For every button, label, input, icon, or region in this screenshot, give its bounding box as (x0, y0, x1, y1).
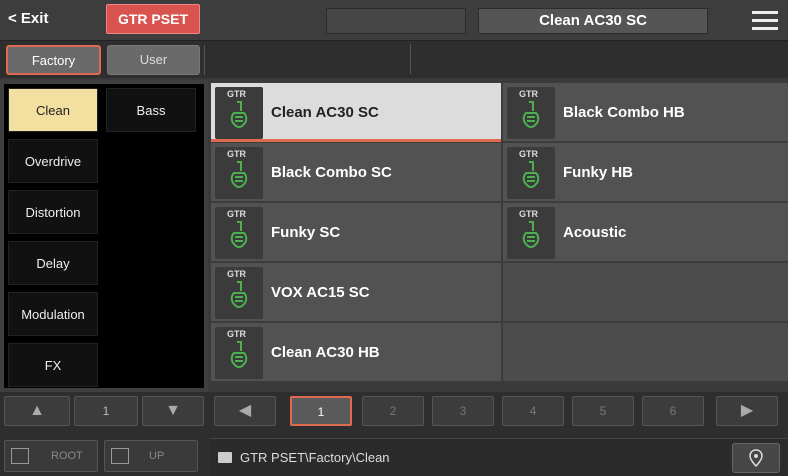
category-page-number: 1 (74, 396, 138, 426)
guitar-icon: GTR (507, 207, 555, 259)
category-delay[interactable]: Delay (8, 241, 98, 285)
category-bass[interactable]: Bass (106, 88, 196, 132)
triangle-down-icon[interactable]: ▼ (142, 396, 204, 426)
guitar-icon: GTR (215, 327, 263, 379)
current-path: GTR PSET\Factory\Clean (240, 450, 390, 465)
category-modulation[interactable]: Modulation (8, 292, 98, 336)
page-button-1[interactable]: 1 (290, 396, 352, 426)
triangle-up-icon[interactable]: ▲ (4, 396, 70, 426)
up-button[interactable]: UP (104, 440, 198, 472)
page-button-2[interactable]: 2 (362, 396, 424, 426)
tab-row-divider (204, 45, 410, 75)
guitar-icon: GTR (215, 147, 263, 199)
path-bar: GTR PSET\Factory\Clean (210, 438, 788, 476)
tab-user[interactable]: User (107, 45, 200, 75)
folder-icon (218, 452, 232, 463)
guitar-icon: GTR (215, 207, 263, 259)
category-panel: Clean Bass Overdrive Distortion Delay Mo… (0, 80, 208, 392)
page-button-6[interactable]: 6 (642, 396, 704, 426)
guitar-icon: GTR (215, 267, 263, 319)
preset-cell[interactable]: GTR Clean AC30 SC (210, 82, 502, 142)
preset-name: Black Combo HB (563, 104, 685, 121)
page-button-4[interactable]: 4 (502, 396, 564, 426)
preset-name: Black Combo SC (271, 164, 392, 181)
guitar-icon: GTR (507, 87, 555, 139)
preset-name: VOX AC15 SC (271, 284, 370, 301)
empty-preset-cell (502, 262, 788, 322)
preset-name: Funky SC (271, 224, 341, 241)
category-clean[interactable]: Clean (8, 88, 98, 132)
preset-cell[interactable]: GTR Black Combo SC (210, 142, 502, 202)
preset-name: Clean AC30 SC (271, 104, 379, 121)
preset-name: Funky HB (563, 164, 634, 181)
tab-factory[interactable]: Factory (6, 45, 101, 75)
preset-cell[interactable]: GTR Acoustic (502, 202, 788, 262)
location-pin-icon[interactable] (732, 443, 780, 473)
preset-grid: GTR Clean AC30 SC GTR Black Combo HB GTR… (208, 80, 788, 392)
preset-cell[interactable]: GTR VOX AC15 SC (210, 262, 502, 322)
preset-cell[interactable]: GTR Funky SC (210, 202, 502, 262)
selected-preset-title: Clean AC30 SC (478, 8, 708, 34)
category-fx[interactable]: FX (8, 343, 98, 387)
triangle-left-icon[interactable]: ◀ (214, 396, 276, 426)
mode-badge: GTR PSET (106, 4, 200, 34)
empty-title-field (326, 8, 466, 34)
preset-cell[interactable]: GTR Funky HB (502, 142, 788, 202)
home-folder-icon (11, 448, 29, 464)
page-button-5[interactable]: 5 (572, 396, 634, 426)
root-button[interactable]: ROOT (4, 440, 98, 472)
hamburger-menu-icon[interactable] (752, 10, 778, 32)
preset-cell[interactable]: GTR Black Combo HB (502, 82, 788, 142)
triangle-right-icon[interactable]: ▶ (716, 396, 778, 426)
preset-name: Acoustic (563, 224, 627, 241)
exit-button[interactable]: < Exit (8, 4, 88, 34)
empty-preset-cell (502, 322, 788, 382)
up-folder-icon (111, 448, 129, 464)
page-button-3[interactable]: 3 (432, 396, 494, 426)
tab-row-divider-right (410, 44, 788, 74)
category-overdrive[interactable]: Overdrive (8, 139, 98, 183)
guitar-icon: GTR (215, 87, 263, 139)
preset-cell[interactable]: GTR Clean AC30 HB (210, 322, 502, 382)
category-distortion[interactable]: Distortion (8, 190, 98, 234)
preset-name: Clean AC30 HB (271, 344, 380, 361)
guitar-icon: GTR (507, 147, 555, 199)
top-bar: < Exit GTR PSET Clean AC30 SC (0, 0, 788, 40)
